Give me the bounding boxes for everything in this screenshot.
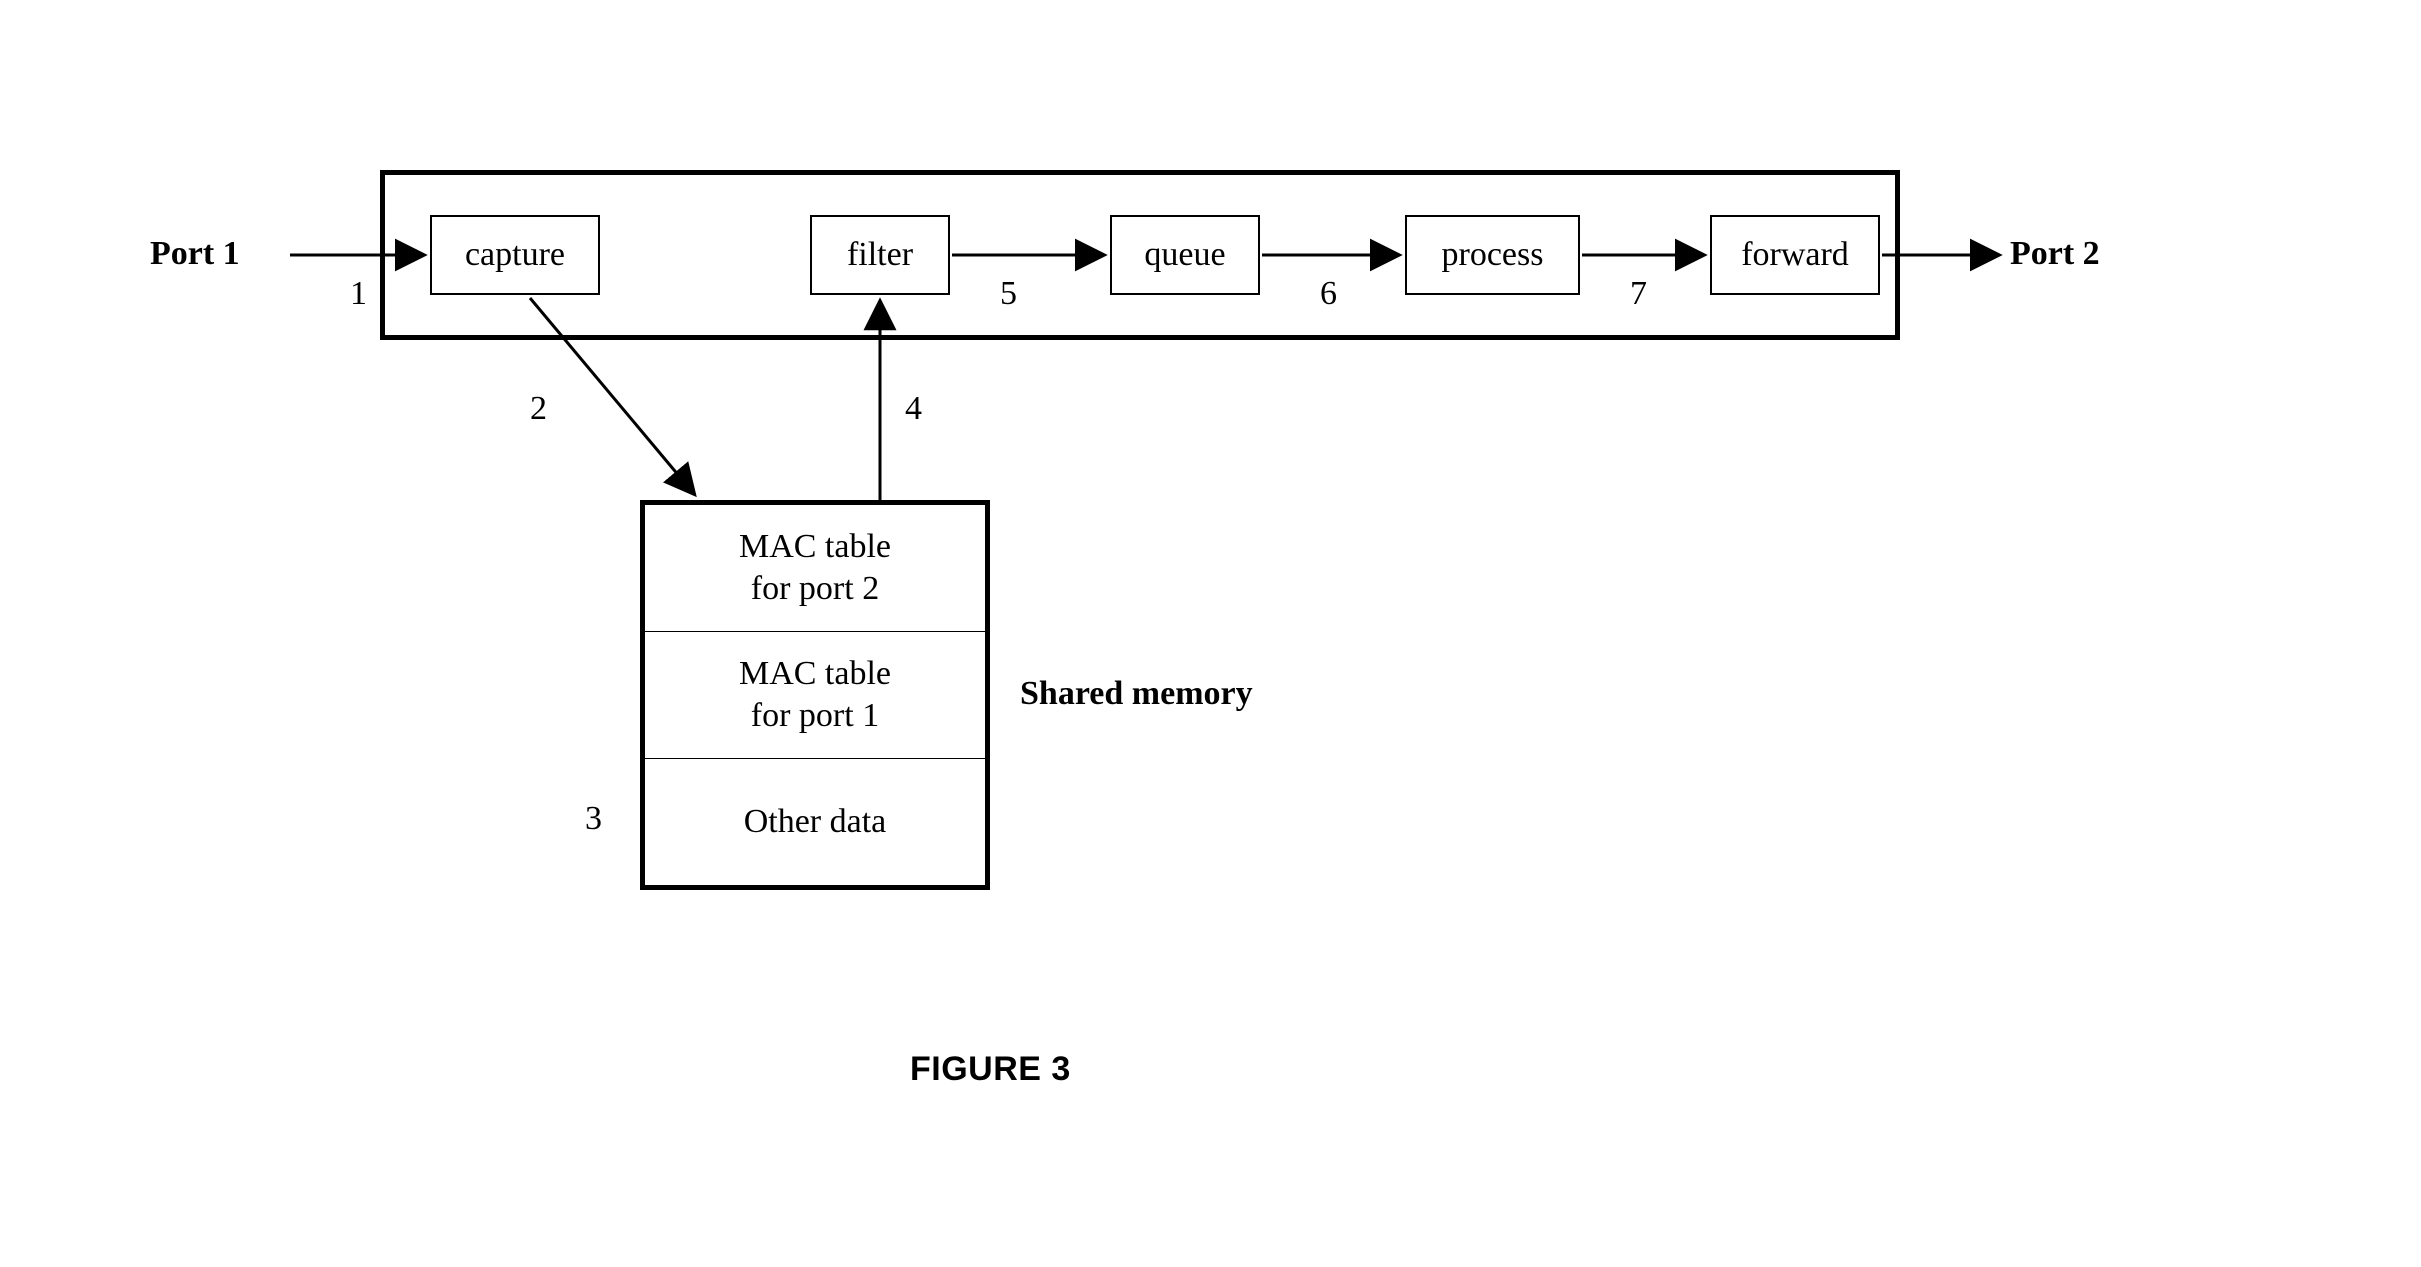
edge-label-3: 3 — [585, 800, 602, 838]
box-filter: filter — [810, 215, 950, 295]
box-forward: forward — [1710, 215, 1880, 295]
mem-row-2: MAC table for port 1 — [645, 632, 985, 759]
box-queue: queue — [1110, 215, 1260, 295]
figure-caption: FIGURE 3 — [910, 1050, 1071, 1089]
edge-label-5: 5 — [1000, 275, 1017, 313]
box-queue-label: queue — [1144, 236, 1225, 274]
mem-row-2-label: MAC table for port 1 — [739, 653, 891, 738]
diagram-canvas: capture filter queue process forward MAC… — [0, 0, 2421, 1267]
edge-label-4: 4 — [905, 390, 922, 428]
mem-row-3-label: Other data — [744, 801, 887, 844]
edge-label-6: 6 — [1320, 275, 1337, 313]
edge-label-2: 2 — [530, 390, 547, 428]
box-process-label: process — [1442, 236, 1544, 274]
edge-label-1: 1 — [350, 275, 367, 313]
box-capture: capture — [430, 215, 600, 295]
port-2-label: Port 2 — [2010, 235, 2100, 273]
box-filter-label: filter — [847, 236, 913, 274]
box-forward-label: forward — [1741, 236, 1849, 274]
edge-label-7: 7 — [1630, 275, 1647, 313]
mem-row-1-label: MAC table for port 2 — [739, 526, 891, 611]
box-process: process — [1405, 215, 1580, 295]
mem-row-1: MAC table for port 2 — [645, 505, 985, 632]
port-1-label: Port 1 — [150, 235, 240, 273]
shared-memory-box: MAC table for port 2 MAC table for port … — [640, 500, 990, 890]
box-capture-label: capture — [465, 236, 565, 274]
mem-row-3: Other data — [645, 759, 985, 885]
shared-memory-label: Shared memory — [1020, 675, 1253, 713]
